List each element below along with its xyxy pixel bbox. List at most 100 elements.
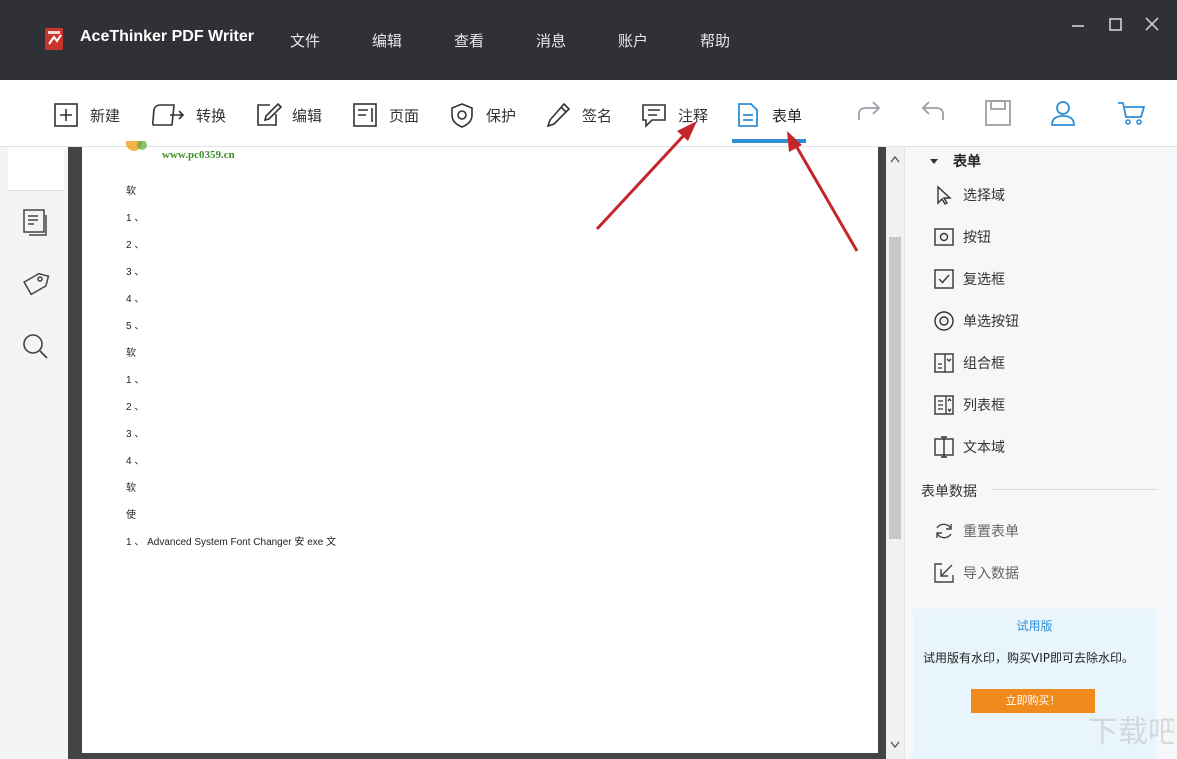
save-icon[interactable] [983, 98, 1013, 128]
form-data-label: 导入数据 [963, 566, 1019, 582]
doc-line: 2 、 [126, 402, 145, 413]
form-item-label: 选择域 [963, 188, 1005, 204]
form-panel: 表单 选择域 按钮 复选框 单选按钮 组合框 列表框 文本域 表单数据 重置表单… [904, 147, 1177, 759]
pen-icon [546, 102, 571, 128]
divider [993, 489, 1157, 490]
tool-convert[interactable]: 转换 [150, 100, 226, 130]
menu-edit[interactable]: 编辑 [372, 30, 402, 51]
undo-icon[interactable] [918, 98, 948, 128]
tool-edit-label: 编辑 [292, 106, 323, 125]
reset-icon [936, 523, 952, 539]
form-item-label: 列表框 [963, 398, 1005, 414]
menu-file[interactable]: 文件 [290, 30, 320, 51]
form-item-label: 复选框 [963, 272, 1005, 288]
doc-line: 2 、 [126, 240, 145, 251]
menu-help[interactable]: 帮助 [700, 30, 730, 51]
menu-message[interactable]: 消息 [536, 30, 566, 51]
doc-line: 4 、 [126, 294, 145, 305]
convert-icon [151, 104, 185, 126]
form-item-textfield[interactable]: 文本域 [933, 436, 1005, 458]
doc-line: 软 [126, 348, 136, 359]
menu-account[interactable]: 账户 [618, 30, 648, 51]
app-logo-icon [45, 28, 63, 50]
tool-comment-label: 注释 [678, 106, 709, 125]
form-panel-title: 表单 [953, 154, 981, 170]
watermark-text: www.pc0359.cn [162, 149, 235, 161]
form-item-combobox[interactable]: 组合框 [933, 352, 1005, 374]
toolbar: 新建 转换 编辑 页面 保护 签名 注释 表单 [0, 80, 1177, 147]
document-scrollbar[interactable] [886, 147, 904, 759]
import-icon [934, 563, 954, 583]
tool-new[interactable]: 新建 [52, 100, 120, 130]
document-scroll-thumb[interactable] [889, 237, 901, 539]
redo-icon[interactable] [854, 98, 884, 128]
tool-protect[interactable]: 保护 [448, 100, 516, 130]
tool-sign[interactable]: 签名 [544, 100, 612, 130]
form-data-section-title: 表单数据 [921, 484, 977, 500]
menu-view[interactable]: 查看 [454, 30, 484, 51]
form-item-select-field[interactable]: 选择域 [933, 184, 1005, 206]
checkbox-icon [934, 269, 954, 289]
tool-edit[interactable]: 编辑 [254, 100, 322, 130]
cursor-icon [937, 185, 952, 205]
doc-line: 软 [126, 186, 136, 197]
doc-line: 软 [126, 483, 136, 494]
form-item-label: 文本域 [963, 440, 1005, 456]
form-panel-header[interactable]: 表单 [929, 151, 981, 171]
scroll-down-icon[interactable] [890, 741, 900, 749]
form-data-reset[interactable]: 重置表单 [933, 520, 1019, 542]
trial-title: 试用版 [1016, 619, 1053, 633]
comment-icon [642, 104, 666, 128]
maximize-icon[interactable] [1105, 14, 1125, 34]
form-item-checkbox[interactable]: 复选框 [933, 268, 1005, 290]
form-item-label: 单选按钮 [963, 314, 1019, 330]
button-icon [934, 228, 954, 246]
doc-line: 3 、 [126, 267, 145, 278]
doc-line: 4 、 [126, 456, 145, 467]
tool-comment[interactable]: 注释 [640, 100, 708, 130]
tool-new-label: 新建 [90, 106, 121, 125]
title-bar: AceThinker PDF Writer 文件 编辑 查看 消息 账户 帮助 [0, 0, 1177, 80]
pages-panel-icon[interactable] [20, 207, 50, 237]
tag-icon[interactable] [20, 269, 50, 299]
watermark-logo-icon [126, 141, 147, 151]
trial-text: 试用版有水印，购买VIP即可去除水印。 [923, 651, 1134, 665]
listbox-icon [934, 395, 954, 415]
form-item-listbox[interactable]: 列表框 [933, 394, 1005, 416]
form-item-label: 按钮 [963, 230, 991, 246]
form-item-label: 组合框 [963, 356, 1005, 372]
doc-line: 1 、 [126, 213, 145, 224]
form-data-import[interactable]: 导入数据 [933, 562, 1019, 584]
document-area: www.pc0359.cn 软 1 、 2 、 3 、 4 、 5 、 软 1 … [68, 141, 886, 759]
cart-icon[interactable] [1116, 98, 1146, 128]
doc-line: 5 、 [126, 321, 145, 332]
pdf-page[interactable]: www.pc0359.cn 软 1 、 2 、 3 、 4 、 5 、 软 1 … [82, 141, 878, 753]
tool-form-label: 表单 [772, 106, 803, 125]
active-tab-indicator [732, 139, 806, 143]
new-icon [54, 103, 78, 127]
doc-line: 使 [126, 510, 136, 521]
left-sidebar [0, 147, 68, 759]
combobox-icon [934, 353, 954, 373]
user-icon[interactable] [1048, 98, 1078, 128]
tool-convert-label: 转换 [196, 106, 227, 125]
collapse-arrow-icon [930, 159, 938, 164]
page-icon [353, 103, 377, 127]
textfield-icon [934, 436, 954, 458]
edit-icon [257, 102, 282, 126]
tool-page[interactable]: 页面 [351, 100, 419, 130]
tool-sign-label: 签名 [582, 106, 613, 125]
tool-form[interactable]: 表单 [734, 100, 802, 130]
buy-now-button[interactable]: 立即购买！ [971, 689, 1095, 713]
tool-protect-label: 保护 [486, 106, 517, 125]
tool-page-label: 页面 [389, 106, 420, 125]
minimize-icon[interactable] [1068, 14, 1088, 34]
form-item-button[interactable]: 按钮 [933, 226, 991, 248]
form-item-radio[interactable]: 单选按钮 [933, 310, 1019, 332]
close-icon[interactable] [1142, 14, 1162, 34]
left-sidebar-top [8, 147, 64, 191]
right-panel-scrollbar[interactable] [1158, 147, 1177, 759]
shield-icon [451, 103, 473, 128]
search-icon[interactable] [20, 331, 50, 361]
scroll-up-icon[interactable] [890, 155, 900, 163]
